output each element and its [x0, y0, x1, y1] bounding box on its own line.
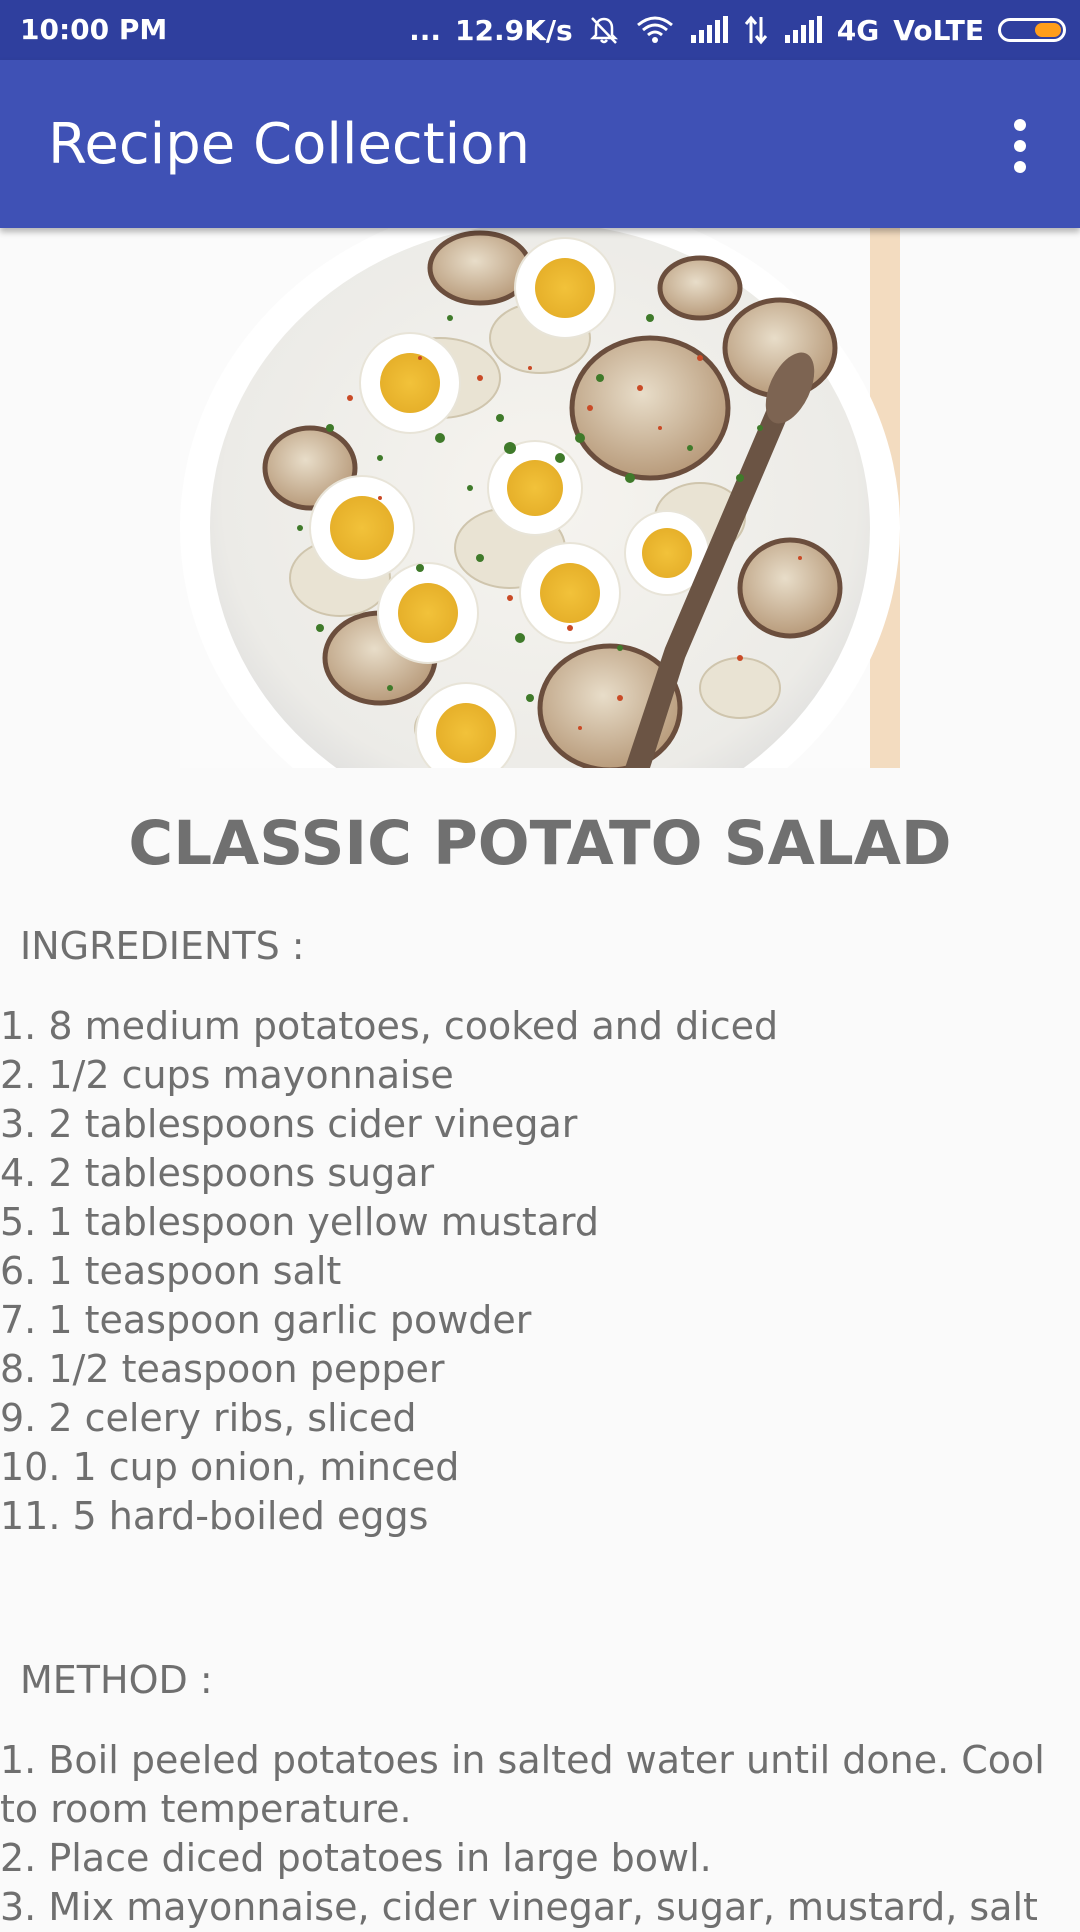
method-step: 2. Place diced potatoes in large bowl.: [0, 1836, 712, 1880]
more-vert-icon[interactable]: [990, 110, 1050, 182]
network-type: 4G: [836, 13, 880, 47]
method-step: 3. Mix mayonnaise, cider vinegar, sugar,…: [0, 1885, 1038, 1929]
ingredient-item: 10. 1 cup onion, minced: [0, 1445, 460, 1489]
network-speed: 12.9K/s: [455, 13, 573, 47]
ingredient-item: 6. 1 teaspoon salt: [0, 1249, 342, 1293]
overflow-dot: [1014, 161, 1026, 173]
status-dots: ...: [409, 13, 442, 47]
ingredient-item: 8. 1/2 teaspoon pepper: [0, 1347, 445, 1391]
status-time: 10:00 PM: [20, 13, 168, 46]
method-label: METHOD :: [20, 1658, 213, 1702]
signal-icon-2: [784, 16, 822, 43]
status-icons: ... 12.9K/s 4G VoLTE: [409, 0, 1066, 60]
battery-level: [1035, 23, 1061, 37]
overflow-dot: [1014, 119, 1026, 131]
recipe-title: CLASSIC POTATO SALAD: [128, 808, 952, 879]
potato-salad-photo: [180, 228, 900, 768]
ingredients-list: 1. 8 medium potatoes, cooked and diced 2…: [0, 1002, 1080, 1541]
battery-icon: [998, 18, 1066, 42]
mute-bell-icon: [589, 17, 618, 44]
ingredient-item: 4. 2 tablespoons sugar: [0, 1151, 435, 1195]
ingredient-item: 7. 1 teaspoon garlic powder: [0, 1298, 532, 1342]
ingredient-item: 2. 1/2 cups mayonnaise: [0, 1053, 454, 1097]
ingredients-label: INGREDIENTS :: [20, 924, 305, 968]
method-list: 1. Boil peeled potatoes in salted water …: [0, 1736, 1080, 1932]
ingredient-item: 3. 2 tablespoons cider vinegar: [0, 1102, 578, 1146]
data-arrows-icon: [744, 15, 767, 45]
overflow-dot: [1014, 140, 1026, 152]
app-bar: Recipe Collection: [0, 60, 1080, 228]
volte-label: VoLTE: [893, 13, 984, 47]
signal-icon: [690, 16, 728, 43]
ingredient-item: 5. 1 tablespoon yellow mustard: [0, 1200, 599, 1244]
wifi-icon: [636, 16, 673, 43]
app-title: Recipe Collection: [48, 112, 530, 177]
ingredient-item: 11. 5 hard-boiled eggs: [0, 1494, 429, 1538]
status-bar: 10:00 PM ... 12.9K/s 4G VoLTE: [0, 0, 1080, 60]
ingredient-item: 1. 8 medium potatoes, cooked and diced: [0, 1004, 779, 1048]
ingredient-item: 9. 2 celery ribs, sliced: [0, 1396, 417, 1440]
recipe-image: [180, 228, 900, 768]
method-step: 1. Boil peeled potatoes in salted water …: [0, 1738, 1045, 1831]
